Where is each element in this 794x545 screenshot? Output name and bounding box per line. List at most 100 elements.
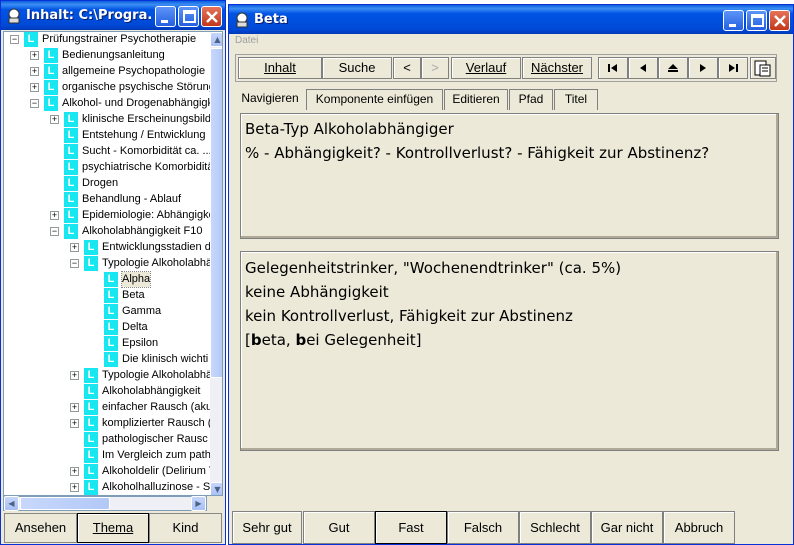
rating-gar-nicht[interactable]: Gar nicht: [591, 511, 663, 544]
last-icon[interactable]: [718, 57, 748, 79]
tree-item[interactable]: L Alkoholabhängigkeit: [4, 384, 210, 400]
expand-icon[interactable]: +: [70, 467, 79, 476]
next-button[interactable]: >: [421, 57, 449, 79]
tree-item[interactable]: − L Alkoholabhängigkeit F10: [4, 224, 210, 240]
expand-icon[interactable]: +: [30, 51, 39, 60]
collapse-icon[interactable]: −: [30, 99, 39, 108]
tree-item[interactable]: + L Alkoholhalluzinose - S: [4, 480, 211, 495]
tree-item[interactable]: L Im Vergleich zum path: [4, 448, 211, 464]
tree-item[interactable]: L Behandlung - Ablauf: [4, 192, 210, 208]
tree-item[interactable]: L Gamma: [4, 304, 210, 320]
expand-icon[interactable]: +: [70, 371, 79, 380]
tree-item[interactable]: L Drogen: [4, 176, 210, 192]
expand-icon[interactable]: +: [70, 483, 79, 492]
scroll-left-icon[interactable]: ◀: [4, 496, 19, 511]
suche-button[interactable]: Suche: [322, 57, 392, 79]
scroll-up-icon[interactable]: ▲: [210, 32, 222, 47]
forward-icon[interactable]: [688, 57, 718, 79]
rating-sehr-gut[interactable]: Sehr gut: [232, 511, 302, 544]
rating-gut[interactable]: Gut: [303, 511, 375, 544]
maximize-button[interactable]: [178, 6, 199, 27]
scroll-thumb[interactable]: [210, 48, 222, 378]
rating-fast[interactable]: Fast: [375, 511, 447, 544]
expand-icon[interactable]: +: [50, 115, 59, 124]
tree-vertical-scrollbar[interactable]: ▲ ▼: [210, 32, 222, 495]
tree-item[interactable]: + L Typologie Alkoholabhä: [4, 368, 212, 384]
tab-titel[interactable]: Titel: [554, 89, 598, 110]
ansehen-button[interactable]: Ansehen: [4, 513, 77, 543]
thema-button[interactable]: Thema: [77, 513, 149, 543]
kind-button[interactable]: Kind: [149, 513, 222, 543]
expand-icon[interactable]: +: [70, 403, 79, 412]
app-icon: [8, 8, 20, 24]
close-button[interactable]: [201, 6, 222, 27]
minimize-button[interactable]: [723, 10, 744, 31]
tab-pfad[interactable]: Pfad: [509, 89, 553, 110]
tree-item[interactable]: + L Entwicklungsstadien d: [4, 240, 211, 256]
first-icon[interactable]: [598, 57, 628, 79]
tab-navigieren[interactable]: Navigieren: [235, 89, 305, 110]
tree-item[interactable]: Lpsychiatrische Komorbiditä: [4, 160, 213, 176]
clipboard-icon[interactable]: [750, 57, 776, 79]
maximize-button[interactable]: [746, 10, 767, 31]
tree-item-label: Alkoholhalluzinose - S: [102, 481, 211, 493]
tree-item[interactable]: L Sucht - Komorbidität ca. ...: [4, 144, 212, 160]
expand-icon[interactable]: +: [50, 211, 59, 220]
right-titlebar[interactable]: Beta: [229, 5, 793, 34]
scroll-down-icon[interactable]: ▼: [210, 482, 222, 495]
tree-item[interactable]: − L Prüfungstrainer Psychotherapie: [4, 32, 210, 48]
scroll-right-icon[interactable]: ▶: [191, 496, 206, 511]
tree-item[interactable]: L Epsilon: [4, 336, 210, 352]
tree-item-label: Prüfungstrainer Psychotherapie: [42, 33, 197, 45]
tree-item-label: Alkoholdelir (Delirium T: [102, 465, 216, 477]
menu-datei[interactable]: Datei: [235, 35, 258, 46]
abbruch-button[interactable]: Abbruch: [663, 511, 735, 544]
up-icon[interactable]: [658, 57, 688, 79]
rating-schlecht[interactable]: Schlecht: [519, 511, 591, 544]
tree-item[interactable]: + Lorganische psychische Störung: [4, 80, 215, 96]
tree-item[interactable]: − L Alkohol- und Drogenabhängigk: [4, 96, 213, 112]
tree-item[interactable]: + L Alkoholdelir (Delirium T: [4, 464, 216, 480]
tree-item[interactable]: + L Bedienungsanleitung: [4, 48, 210, 64]
tree-item[interactable]: + Lkomplizierter Rausch (: [4, 416, 211, 432]
collapse-icon[interactable]: −: [70, 259, 79, 268]
verlauf-button[interactable]: Verlauf: [451, 57, 521, 79]
collapse-icon[interactable]: −: [50, 227, 59, 236]
collapse-icon[interactable]: −: [10, 35, 19, 44]
tab-editieren[interactable]: Editieren: [444, 89, 508, 110]
tree-item[interactable]: L Beta: [4, 288, 210, 304]
inhalt-button[interactable]: Inhalt: [238, 57, 322, 79]
expand-icon[interactable]: +: [30, 83, 39, 92]
tree-item[interactable]: + Leinfacher Rausch (aku: [4, 400, 212, 416]
back-icon[interactable]: [628, 57, 658, 79]
tree-item-label: Sucht - Komorbidität ca. ...: [82, 145, 212, 157]
tree-item[interactable]: L Entstehung / Entwicklung: [4, 128, 210, 144]
minimize-button[interactable]: [155, 6, 176, 27]
tree-item[interactable]: + Lklinische Erscheinungsbild: [4, 112, 211, 128]
tab-komponente-einfuegen[interactable]: Komponente einfügen: [306, 89, 443, 110]
topic-tree[interactable]: + L Alkoholhalluzinose - S + L Alkoholdelir (…: [3, 31, 223, 496]
left-titlebar[interactable]: Inhalt: C:\Progra...: [1, 1, 225, 30]
tree-horizontal-scrollbar[interactable]: ◀ ▶: [3, 496, 207, 511]
tree-item[interactable]: + L Epidemiologie: Abhängigke: [4, 208, 215, 224]
close-button[interactable]: [769, 10, 790, 31]
answer-text-a: eta,: [261, 331, 296, 349]
tree-item-label: Bedienungsanleitung: [62, 49, 165, 61]
expand-icon[interactable]: +: [70, 419, 79, 428]
tree-item[interactable]: − L Typologie Alkoholabhä: [4, 256, 212, 272]
tree-item[interactable]: L Alpha: [4, 271, 210, 288]
answer-line-3: kein Kontrollverlust, Fähigkeit zur Abst…: [245, 307, 573, 325]
naechster-button[interactable]: Nächster: [522, 57, 592, 79]
topic-icon: L: [84, 416, 98, 431]
expand-icon[interactable]: +: [30, 67, 39, 76]
tree-item[interactable]: L Delta: [4, 320, 210, 336]
expand-icon[interactable]: +: [70, 243, 79, 252]
hscroll-thumb[interactable]: [20, 497, 110, 510]
tree-item[interactable]: + Lallgemeine Psychopathologie: [4, 64, 210, 80]
tree-item[interactable]: Lpathologischer Rausc: [4, 432, 210, 448]
tree-item[interactable]: L Die klinisch wichti: [4, 352, 210, 368]
topic-icon: L: [64, 128, 78, 143]
rating-falsch[interactable]: Falsch: [447, 511, 519, 544]
prev-button[interactable]: <: [393, 57, 421, 79]
topic-icon: L: [104, 320, 118, 335]
